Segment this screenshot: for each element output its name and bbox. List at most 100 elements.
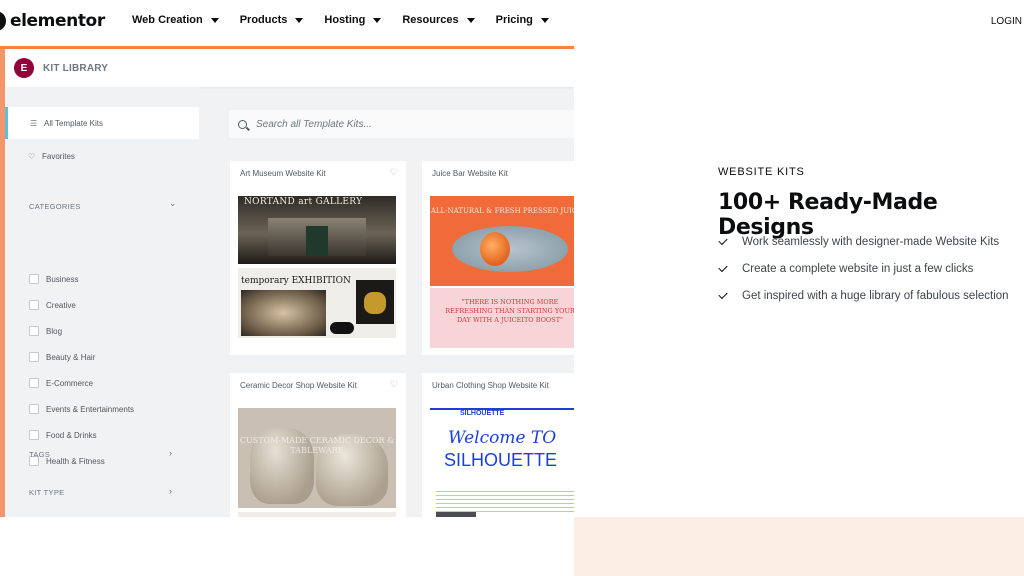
categories-heading[interactable]: CATEGORIES [29,202,81,211]
top-navigation: elementor Web Creation Products Hosting … [0,0,1024,44]
nav-item-resources[interactable]: Resources [402,14,475,26]
sidebar-label: Favorites [42,152,75,161]
search-placeholder: Search all Template Kits... [256,118,372,130]
category-label: Food & Drinks [46,430,97,440]
elementor-logo[interactable]: elementor [0,10,105,32]
accent-bar [0,49,5,517]
thumb-juice-hero: ALL-NATURAL & FRESH PRESSED JUICES [430,196,574,286]
category-label: Business [46,274,79,284]
bullet-text: Create a complete website in just a few … [742,263,974,275]
checkbox[interactable] [29,352,39,362]
category-ecommerce[interactable]: E-Commerce [29,378,93,388]
category-label: Events & Entertainments [46,404,135,414]
section-title: 100+ Ready-Made Designs [718,190,938,240]
kit-card-title: Art Museum Website Kit [240,169,326,178]
bullet-text: Get inspired with a huge library of fabu… [742,290,1009,302]
check-icon [718,262,728,273]
tags-heading[interactable]: TAGS [29,450,50,459]
category-business[interactable]: Business [29,274,78,284]
checkbox[interactable] [29,274,39,284]
kit-thumbnail: SILHOUETTE Welcome TO SILHOUETTE [430,408,574,517]
kit-card-title: Ceramic Decor Shop Website Kit [240,381,357,390]
nav-label: Pricing [495,14,533,26]
heart-icon: ♡ [28,152,36,161]
chevron-right-icon[interactable]: › [169,448,172,458]
elementor-logo-icon [0,11,6,31]
thumb-silhouette: SILHOUETTE Welcome TO SILHOUETTE [430,408,574,517]
checkbox[interactable] [29,378,39,388]
thumb-image [452,226,568,272]
chevron-down-icon [540,17,549,23]
kit-thumbnail: NORTAND art GALLERY temporary EXHIBITION [238,196,396,338]
chevron-down-icon [373,17,382,23]
sidebar-item-all-kits[interactable]: ☰ All Template Kits [5,107,199,139]
category-events[interactable]: Events & Entertainments [29,404,134,414]
section-eyebrow: WEBSITE KITS [718,166,805,178]
sidebar-item-favorites[interactable]: ♡ Favorites [28,152,75,161]
thumb-museum-hall: NORTAND art GALLERY [238,196,396,264]
thumb-text: temporary EXHIBITION [241,276,351,286]
category-label: Beauty & Hair [46,352,96,362]
feature-bullet: Create a complete website in just a few … [718,262,974,275]
thumb-text: NORTAND art GALLERY [244,197,363,207]
kit-card-title: Urban Clothing Shop Website Kit [432,381,549,390]
sidebar-label: All Template Kits [44,118,103,128]
chevron-down-icon [295,17,304,23]
thumb-image [356,280,394,324]
category-food-drinks[interactable]: Food & Drinks [29,430,97,440]
heart-icon[interactable]: ♡ [390,167,398,178]
nav-item-web-creation[interactable]: Web Creation [132,14,219,26]
nav-menu: Web Creation Products Hosting Resources … [132,14,570,26]
search-icon [238,119,247,129]
kit-type-heading[interactable]: KIT TYPE [29,488,64,497]
kit-thumbnail: CUSTOM-MADE CERAMIC DECOR & TABLEWARE [238,408,396,517]
kit-search-bar[interactable]: Search all Template Kits... [229,110,574,138]
kit-card-juice-bar[interactable]: Juice Bar Website Kit ALL-NATURAL & FRES… [422,161,574,355]
checkbox[interactable] [29,326,39,336]
chevron-down-icon [210,17,219,23]
login-link[interactable]: LOGIN [991,16,1022,27]
category-creative[interactable]: Creative [29,300,76,310]
chevron-down-icon[interactable]: ⌄ [169,198,177,209]
nav-label: Hosting [324,14,366,26]
kit-card-art-museum[interactable]: Art Museum Website Kit ♡ NORTAND art GAL… [230,161,406,355]
thumb-text: Welcome TO [448,428,557,448]
thumb-image [436,512,476,517]
bullet-text: Work seamlessly with designer-made Websi… [742,236,1000,248]
checkbox[interactable] [29,404,39,414]
heart-icon[interactable]: ♡ [390,379,398,390]
thumb-image [480,232,510,266]
thumb-juice-quote: "THERE IS NOTHING MORE REFRESHING THAN S… [430,288,574,348]
check-icon [718,235,728,246]
thumb-text: ALL-NATURAL & FRESH PRESSED JUICES [430,207,574,215]
kit-card-ceramic-decor[interactable]: Ceramic Decor Shop Website Kit ♡ CUSTOM-… [230,373,406,517]
nav-item-pricing[interactable]: Pricing [496,14,549,26]
thumb-button [330,322,354,334]
category-label: Creative [46,300,76,310]
checkbox[interactable] [29,300,39,310]
chevron-right-icon[interactable]: › [169,486,172,496]
nav-item-products[interactable]: Products [240,14,304,26]
checkbox[interactable] [29,430,39,440]
nav-label: Products [239,14,288,26]
thumb-ceramic-hero: CUSTOM-MADE CERAMIC DECOR & TABLEWARE [238,408,396,508]
kit-library-title: KIT LIBRARY [43,63,109,74]
check-icon [718,289,728,300]
thumb-strip [238,512,396,517]
nav-item-hosting[interactable]: Hosting [324,14,382,26]
thumb-text: SILHOUETTE [444,450,558,470]
thumb-image [268,218,366,256]
category-label: Health & Fitness [46,456,105,466]
thumb-text: CUSTOM-MADE CERAMIC DECOR & TABLEWARE [239,436,395,455]
thumb-text: SILHOUETTE [460,410,505,417]
category-blog[interactable]: Blog [29,326,62,336]
kit-library-preview: E KIT LIBRARY ☰ All Template Kits ♡ Favo… [0,46,574,517]
elementor-badge-icon: E [14,58,34,78]
category-beauty-hair[interactable]: Beauty & Hair [29,352,95,362]
kit-card-urban-clothing[interactable]: Urban Clothing Shop Website Kit SILHOUET… [422,373,574,517]
chevron-down-icon [466,17,475,23]
logo-text: elementor [10,11,105,31]
category-label: Blog [46,326,63,336]
nav-label: Resources [402,14,459,26]
kit-sidebar: ☰ All Template Kits ♡ Favorites CATEGORI… [5,87,200,517]
